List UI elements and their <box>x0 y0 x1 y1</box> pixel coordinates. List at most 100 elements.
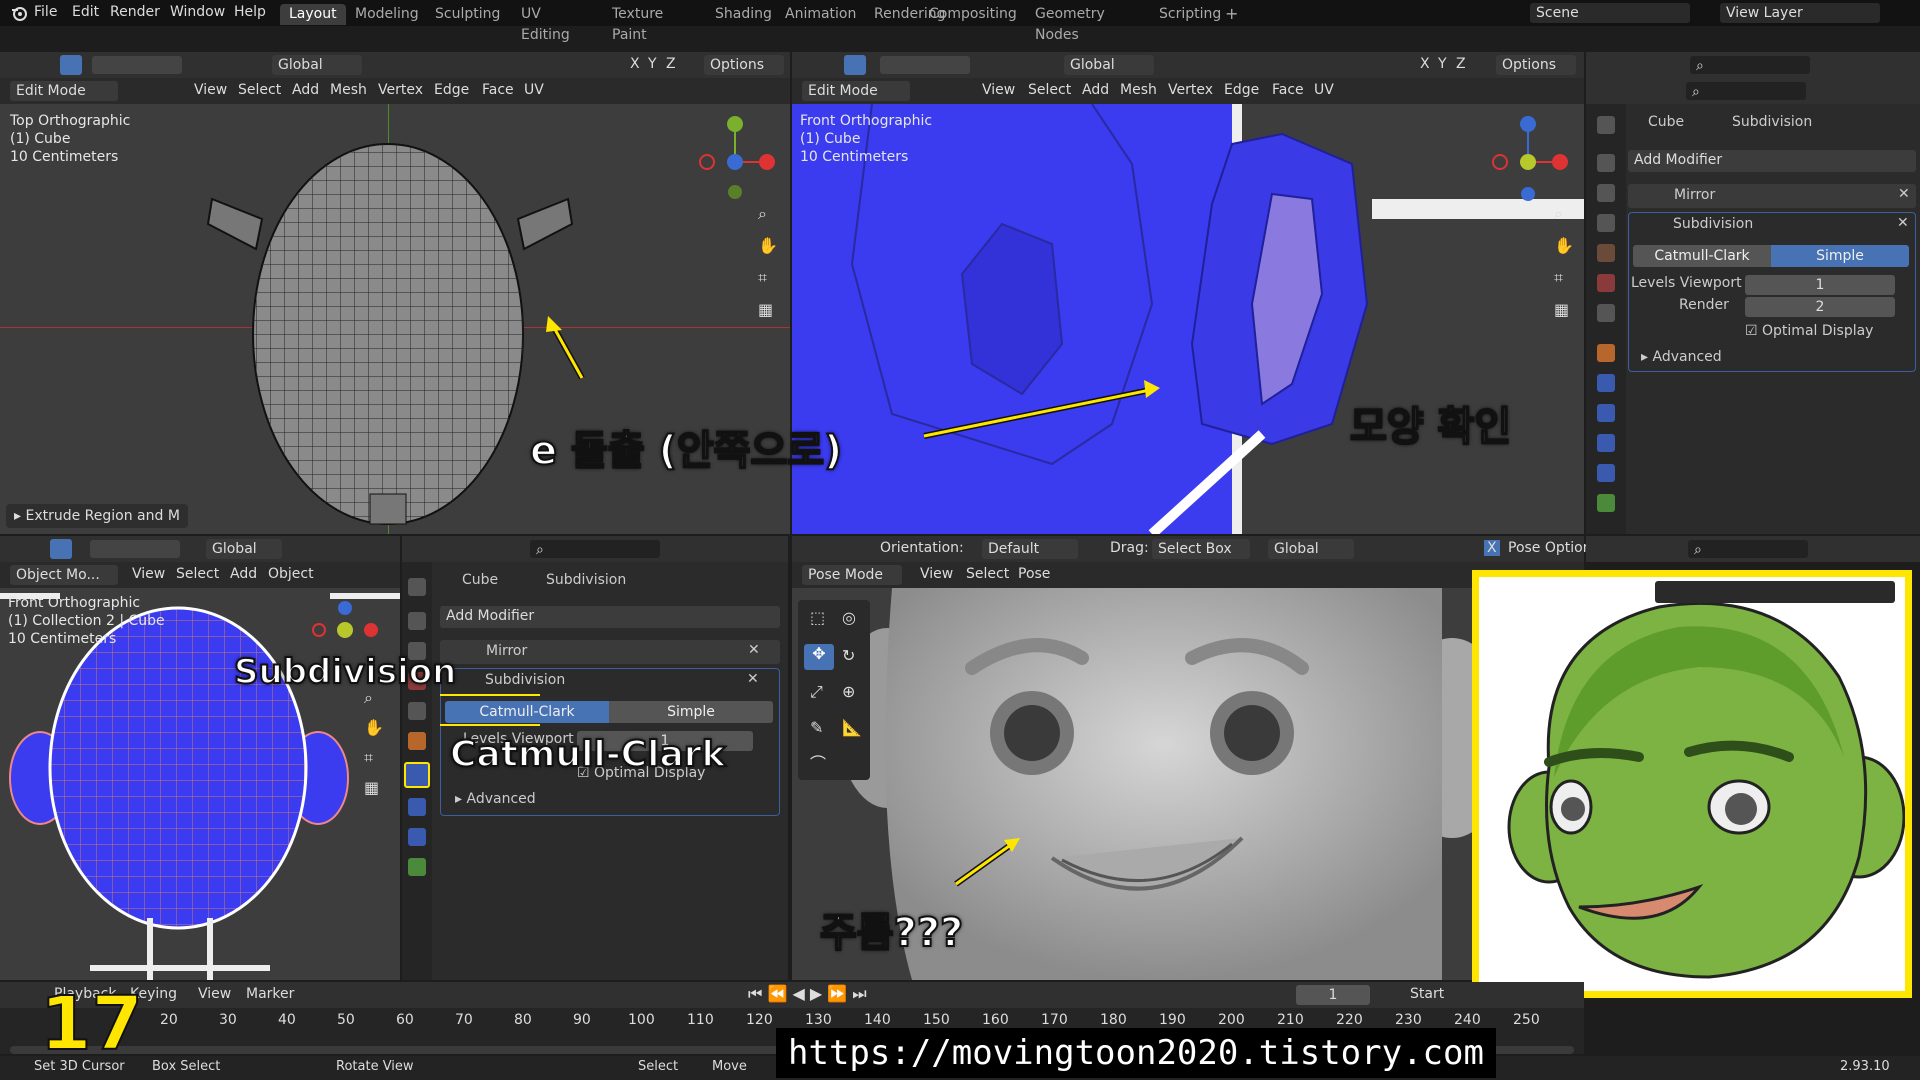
orientation-dropdown[interactable]: Global <box>272 55 362 75</box>
menu-vertex[interactable]: Vertex <box>378 82 423 98</box>
measure-icon[interactable]: 📐 <box>842 718 862 737</box>
menu-view[interactable]: View <box>194 82 227 98</box>
axis-x-toggle[interactable]: X <box>1420 56 1430 72</box>
pan-hand-icon[interactable]: ✋ <box>758 236 778 256</box>
tab-uv-editing[interactable]: UV Editing <box>512 4 579 43</box>
pan-hand-icon[interactable]: ✋ <box>364 718 384 738</box>
last-operator-panel[interactable]: ▸ Extrude Region and M <box>6 504 188 528</box>
mode-dropdown[interactable]: Object Mo... <box>10 565 118 585</box>
tab-shading[interactable]: Shading <box>706 4 781 25</box>
grid-icon[interactable]: ▦ <box>364 778 384 798</box>
mode-dropdown[interactable]: Edit Mode <box>802 81 910 101</box>
tool-tab-icon[interactable] <box>1597 116 1615 134</box>
menu-mesh[interactable]: Mesh <box>330 82 367 98</box>
axis-z-toggle[interactable]: Z <box>1456 56 1466 72</box>
menu-face[interactable]: Face <box>482 82 514 98</box>
options-dropdown[interactable]: Options <box>1496 55 1576 75</box>
camera-icon[interactable]: ⌗ <box>758 268 778 288</box>
constraints-tab-icon[interactable] <box>1597 464 1615 482</box>
tool-tab-icon[interactable] <box>408 578 426 596</box>
transform-icon[interactable]: ⊕ <box>842 682 855 701</box>
navigation-gizmo-icon[interactable] <box>305 596 385 656</box>
zoom-icon[interactable]: ⌕ <box>758 204 778 224</box>
menu-edit[interactable]: Edit <box>72 4 99 20</box>
render-tab-icon[interactable] <box>408 612 426 630</box>
tab-sculpting[interactable]: Sculpting <box>426 4 509 25</box>
output-tab-icon[interactable] <box>1597 184 1615 202</box>
data-tab-icon[interactable] <box>408 858 426 876</box>
menu-select[interactable]: Select <box>176 566 219 582</box>
tab-layout[interactable]: Layout <box>280 4 346 25</box>
menu-uv[interactable]: UV <box>1314 82 1334 98</box>
bottom-left-viewport[interactable]: Front Orthographic (1) Collection 2 | Cu… <box>0 588 400 980</box>
menu-add[interactable]: Add <box>292 82 319 98</box>
marker-menu[interactable]: Marker <box>246 986 294 1002</box>
menu-view[interactable]: View <box>132 566 165 582</box>
close-icon[interactable]: ✕ <box>1898 186 1910 202</box>
properties-search[interactable]: ⌕ <box>1686 82 1806 100</box>
select-tool-button[interactable] <box>50 539 72 559</box>
object-tab-icon[interactable] <box>1597 344 1615 362</box>
catmull-clark-tab[interactable]: Catmull-Clark <box>445 701 609 723</box>
properties-search[interactable]: ⌕ <box>530 540 660 558</box>
close-icon[interactable]: ✕ <box>747 671 759 687</box>
annotate-icon[interactable]: ✎ <box>810 718 823 737</box>
tab-compositing[interactable]: Compositing <box>920 4 1026 25</box>
close-icon[interactable]: ✕ <box>748 642 760 658</box>
mirror-x-toggle[interactable]: X <box>1484 540 1500 556</box>
particles-tab-icon[interactable] <box>408 798 426 816</box>
menu-edge[interactable]: Edge <box>434 82 469 98</box>
axis-z-toggle[interactable]: Z <box>666 56 676 72</box>
drag-dropdown[interactable]: Select Box <box>1152 539 1250 559</box>
tab-texture-paint[interactable]: Texture Paint <box>603 4 672 43</box>
selection-mode-buttons[interactable] <box>880 56 970 74</box>
menu-file[interactable]: File <box>34 4 57 20</box>
collection-tab-icon[interactable] <box>408 702 426 720</box>
preview-shading-toolbar[interactable] <box>1655 581 1895 603</box>
tab-animation[interactable]: Animation <box>776 4 865 25</box>
zoom-icon[interactable]: ⌕ <box>1554 204 1574 224</box>
selection-mode-buttons[interactable] <box>90 540 180 558</box>
mirror-modifier-row[interactable]: Mirror ✕ <box>440 640 780 664</box>
pose-tool-icon[interactable]: ⌒ <box>810 750 826 774</box>
outliner-search[interactable]: ⌕ <box>1688 540 1808 558</box>
menu-add[interactable]: Add <box>1082 82 1109 98</box>
advanced-section[interactable]: ▸ Advanced <box>1641 349 1722 365</box>
scene-selector[interactable]: Scene <box>1530 3 1690 23</box>
navigation-gizmo-icon[interactable] <box>1492 112 1572 202</box>
modifier-tab-icon[interactable] <box>1597 374 1615 392</box>
top-mid-viewport[interactable]: Front Orthographic (1) Cube 10 Centimete… <box>792 104 1584 534</box>
add-modifier-dropdown[interactable]: Add Modifier <box>440 606 780 628</box>
axis-x-toggle[interactable]: X <box>630 56 640 72</box>
orientation-dropdown[interactable]: Default <box>982 539 1078 559</box>
select-tool-button[interactable] <box>60 55 82 75</box>
mode-dropdown[interactable]: Edit Mode <box>10 81 118 101</box>
menu-select[interactable]: Select <box>1028 82 1071 98</box>
tab-scripting[interactable]: Scripting <box>1150 4 1230 25</box>
orientation-dropdown[interactable]: Global <box>1064 55 1154 75</box>
select-tool-button[interactable] <box>844 55 866 75</box>
menu-pose[interactable]: Pose <box>1018 566 1050 582</box>
optimal-display-checkbox[interactable]: ☑ Optimal Display <box>1745 323 1873 339</box>
tab-geometry-nodes[interactable]: Geometry Nodes <box>1026 4 1114 43</box>
menu-help[interactable]: Help <box>234 4 266 20</box>
menu-view[interactable]: View <box>982 82 1015 98</box>
tab-modeling[interactable]: Modeling <box>346 4 428 25</box>
rotate-icon[interactable]: ↻ <box>842 646 855 665</box>
grid-icon[interactable]: ▦ <box>1554 300 1574 320</box>
add-modifier-dropdown[interactable]: Add Modifier <box>1628 150 1916 172</box>
object-tab-icon[interactable] <box>408 732 426 750</box>
scene-tab-icon[interactable] <box>1597 244 1615 262</box>
add-workspace-icon[interactable]: + <box>1225 4 1238 23</box>
menu-render[interactable]: Render <box>110 4 160 20</box>
menu-select[interactable]: Select <box>966 566 1009 582</box>
levels-viewport-field[interactable]: 1 <box>1745 275 1895 295</box>
mirror-modifier-row[interactable]: Mirror ✕ <box>1628 184 1916 208</box>
camera-icon[interactable]: ⌗ <box>364 748 384 768</box>
menu-window[interactable]: Window <box>170 4 225 20</box>
simple-tab[interactable]: Simple <box>609 701 773 723</box>
mode-dropdown[interactable]: Pose Mode <box>802 565 902 585</box>
menu-uv[interactable]: UV <box>524 82 544 98</box>
physics-tab-icon[interactable] <box>1597 434 1615 452</box>
axis-y-toggle[interactable]: Y <box>648 56 657 72</box>
